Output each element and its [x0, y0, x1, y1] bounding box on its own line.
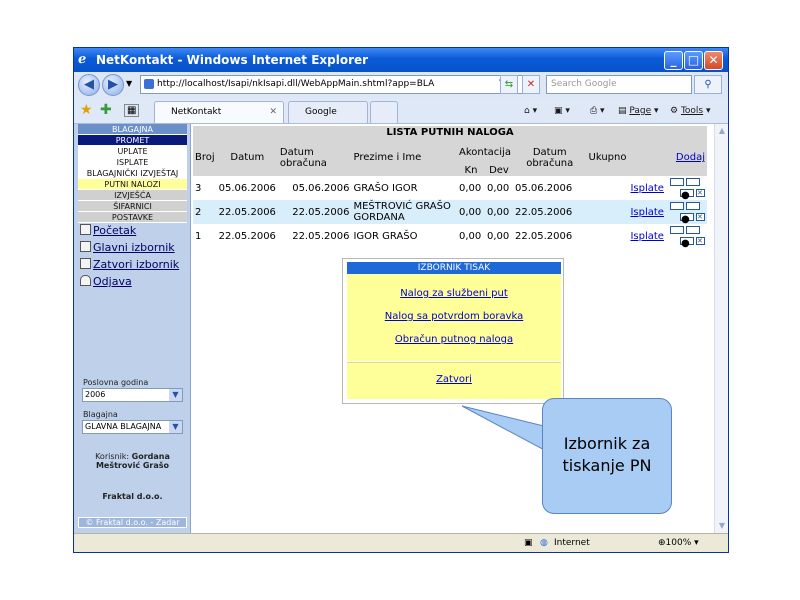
callout-tail: [461, 405, 561, 453]
callout-line-2: tiskanje PN: [562, 456, 652, 475]
callout-note: Izbornik za tiskanje PN: [542, 398, 672, 514]
callout-line-1: Izbornik za: [563, 434, 651, 453]
